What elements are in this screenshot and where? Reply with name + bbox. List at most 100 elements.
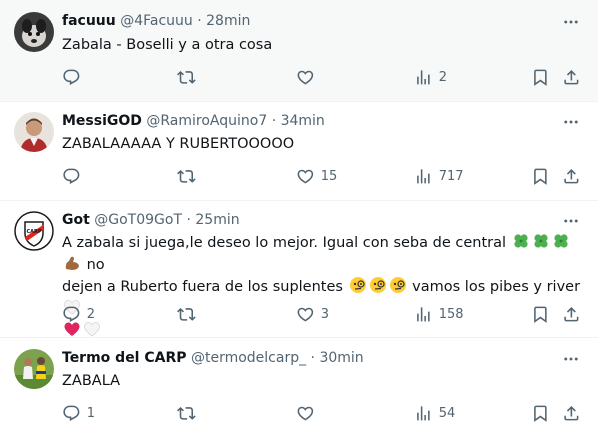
retweet-icon (177, 404, 196, 423)
bookmark-icon (531, 68, 550, 87)
retweet-icon (177, 167, 196, 186)
bookmark-button[interactable] (531, 166, 550, 186)
four-leaf-clover-icon (534, 234, 548, 248)
views-count: 54 (438, 405, 456, 421)
more-icon[interactable] (562, 350, 580, 368)
share-icon (562, 305, 581, 324)
tweet-header: Termo del CARP @termodelcarp_ · 30min (62, 349, 364, 367)
like-icon (296, 167, 315, 186)
share-button[interactable] (562, 403, 581, 423)
bookmark-icon (531, 404, 550, 423)
user-handle[interactable]: @4Facuuu (120, 13, 193, 29)
tweet-text: ZABALAAAAA Y RUBERTOOOOO (62, 136, 295, 152)
avatar-dog-image (14, 12, 54, 52)
reply-icon (62, 305, 81, 324)
avatar-photo (14, 112, 54, 152)
views-count: 158 (438, 306, 464, 322)
retweet-button[interactable] (177, 67, 202, 87)
avatar[interactable] (14, 112, 54, 152)
likes-count: 15 (320, 168, 338, 184)
user-handle[interactable]: @RamiroAquino7 (146, 113, 267, 129)
user-handle[interactable]: @GoT09GoT (94, 212, 182, 228)
bookmark-button[interactable] (531, 67, 550, 87)
views-icon (414, 167, 433, 186)
like-button[interactable]: 3 (296, 304, 329, 324)
reply-icon (62, 404, 81, 423)
four-leaf-clover-icon (554, 234, 568, 248)
display-name[interactable]: MessiGOD (62, 113, 142, 129)
action-bar: 1 54 (62, 403, 582, 423)
retweet-button[interactable] (177, 403, 202, 423)
four-leaf-clover-icon (514, 234, 528, 248)
share-icon (562, 167, 581, 186)
face-with-monocle-icon (389, 277, 406, 293)
reply-button[interactable] (62, 67, 87, 87)
tweet[interactable]: facuuu @4Facuuu · 28min Zabala - Boselli… (0, 0, 598, 101)
tweet-feed: facuuu @4Facuuu · 28min Zabala - Boselli… (0, 0, 598, 433)
share-button[interactable] (562, 67, 581, 87)
like-icon (296, 68, 315, 87)
display-name[interactable]: Got (62, 212, 90, 228)
timestamp[interactable]: 30min (319, 350, 363, 366)
flexed-biceps-icon (65, 256, 79, 270)
share-button[interactable] (562, 166, 581, 186)
separator-dot: · (197, 13, 202, 29)
views-button[interactable]: 54 (414, 403, 455, 423)
retweet-button[interactable] (177, 166, 202, 186)
avatar[interactable]: CARP (14, 211, 54, 251)
like-icon (296, 305, 315, 324)
retweet-icon (177, 68, 196, 87)
tweet[interactable]: Termo del CARP @termodelcarp_ · 30min ZA… (0, 338, 598, 433)
more-icon[interactable] (562, 113, 580, 131)
bookmark-button[interactable] (531, 304, 550, 324)
tweet-text: ZABALA (62, 373, 121, 389)
separator-dot: · (186, 212, 191, 228)
user-handle[interactable]: @termodelcarp_ (191, 350, 306, 366)
display-name[interactable]: facuuu (62, 13, 116, 29)
views-icon (414, 305, 433, 324)
reply-icon (62, 68, 81, 87)
retweet-icon (177, 305, 196, 324)
tweet[interactable]: MessiGOD @RamiroAquino7 · 34min ZABALAAA… (0, 102, 598, 200)
like-icon (296, 404, 315, 423)
tweet-header: facuuu @4Facuuu · 28min (62, 12, 250, 30)
face-with-monocle-icon (349, 277, 366, 293)
avatar-photo (14, 349, 54, 389)
views-button[interactable]: 717 (414, 166, 464, 186)
timestamp[interactable]: 34min (281, 113, 325, 129)
avatar[interactable] (14, 349, 54, 389)
avatar[interactable] (14, 12, 54, 52)
share-icon (562, 404, 581, 423)
likes-count: 3 (320, 306, 330, 322)
like-button[interactable]: 15 (296, 166, 337, 186)
reply-button[interactable]: 2 (62, 304, 95, 324)
views-count: 717 (438, 168, 464, 184)
views-button[interactable]: 158 (414, 304, 464, 324)
reply-button[interactable]: 1 (62, 403, 95, 423)
share-icon (562, 68, 581, 87)
share-button[interactable] (562, 304, 581, 324)
views-button[interactable]: 2 (414, 67, 447, 87)
timestamp[interactable]: 25min (195, 212, 239, 228)
timestamp[interactable]: 28min (206, 13, 250, 29)
action-bar: 2 3 158 (62, 304, 582, 324)
tweet-text: Zabala - Boselli y a otra cosa (62, 37, 273, 53)
separator-dot: · (310, 350, 315, 366)
views-count: 2 (438, 69, 448, 85)
tweet-header: Got @GoT09GoT · 25min (62, 211, 240, 229)
like-button[interactable] (296, 403, 321, 423)
like-button[interactable] (296, 67, 321, 87)
reply-button[interactable] (62, 166, 87, 186)
replies-count: 2 (86, 306, 96, 322)
reply-icon (62, 167, 81, 186)
tweet-text: A zabala si juega,le deseo lo mejor. Igu… (62, 232, 582, 342)
retweet-button[interactable] (177, 304, 202, 324)
bookmark-icon (531, 305, 550, 324)
svg-text:CARP: CARP (26, 229, 41, 235)
more-icon[interactable] (562, 212, 580, 230)
bookmark-button[interactable] (531, 403, 550, 423)
more-icon[interactable] (562, 13, 580, 31)
display-name[interactable]: Termo del CARP (62, 350, 187, 366)
tweet[interactable]: CARP Got @GoT09GoT · 25min A zabala si j… (0, 201, 598, 337)
replies-count: 1 (86, 405, 96, 421)
